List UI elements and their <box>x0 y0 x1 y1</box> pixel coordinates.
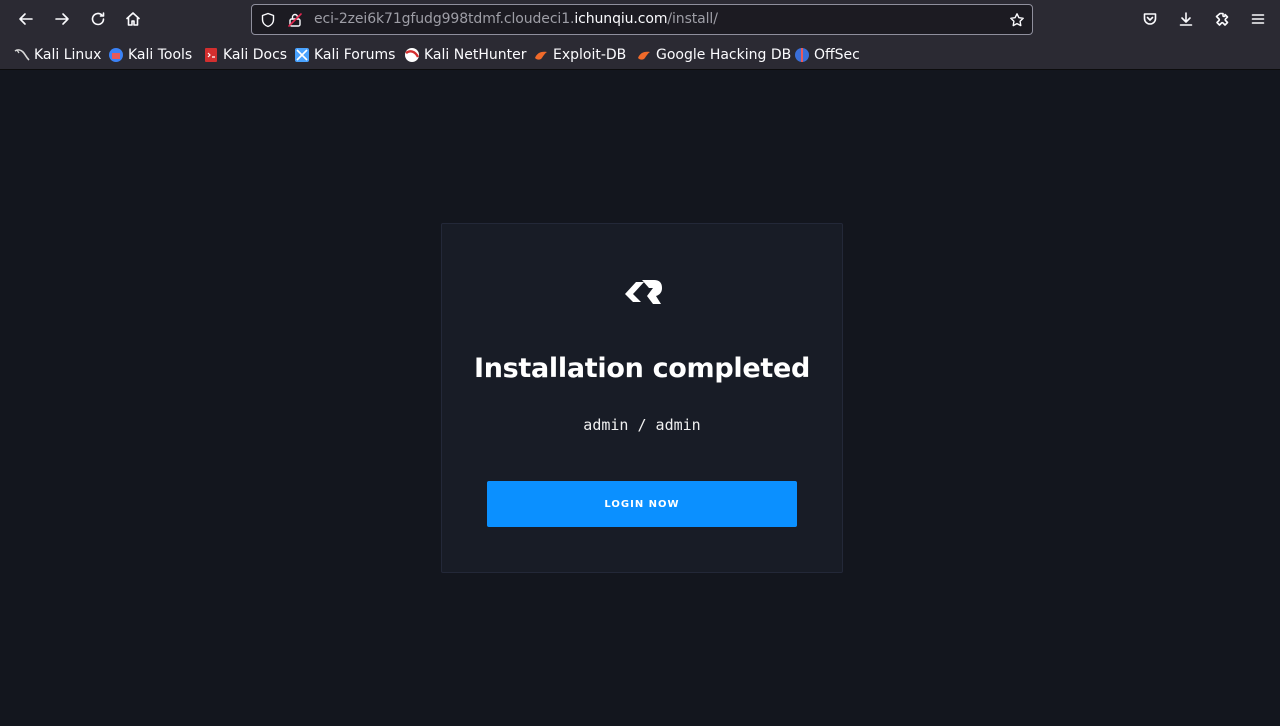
puzzle-icon <box>1215 12 1229 26</box>
back-button[interactable] <box>12 5 40 33</box>
exploit-db-icon <box>533 47 549 63</box>
bookmark-kali-forums[interactable]: Kali Forums <box>294 45 395 65</box>
download-icon <box>1179 12 1193 26</box>
ghdb-icon <box>636 47 652 63</box>
address-bar[interactable]: eci-2zei6k71gfudg998tdmf.cloudeci1.ichun… <box>251 4 1033 35</box>
app-logo-icon <box>622 274 664 308</box>
browser-toolbar: eci-2zei6k71gfudg998tdmf.cloudeci1.ichun… <box>0 0 1280 39</box>
url-text[interactable]: eci-2zei6k71gfudg998tdmf.cloudeci1.ichun… <box>314 11 718 27</box>
kali-docs-icon <box>203 47 219 63</box>
pocket-button[interactable] <box>1136 5 1164 33</box>
offsec-icon <box>794 47 810 63</box>
shield-icon[interactable] <box>260 12 276 28</box>
arrow-right-icon <box>55 13 69 25</box>
url-host: ichunqiu.com <box>574 11 668 27</box>
home-button[interactable] <box>119 5 147 33</box>
kali-tools-icon <box>108 47 124 63</box>
bookmarks-bar: Kali Linux Kali Tools Kali Docs Kali For… <box>0 39 1280 70</box>
bookmark-exploit-db[interactable]: Exploit-DB <box>533 45 626 65</box>
bookmark-label: OffSec <box>814 47 860 63</box>
reload-icon <box>91 12 105 26</box>
menu-button[interactable] <box>1244 5 1272 33</box>
bookmark-label: Kali Docs <box>223 47 288 63</box>
bookmark-label: Google Hacking DB <box>656 47 792 63</box>
url-prefix: eci-2zei6k71gfudg998tdmf.cloudeci1. <box>314 11 575 27</box>
url-path: /install/ <box>667 11 718 27</box>
hamburger-icon <box>1251 14 1265 24</box>
page-title: Installation completed <box>473 353 811 384</box>
bookmark-kali-nethunter[interactable]: Kali NetHunter <box>404 45 526 65</box>
page-content: Installation completed admin / admin LOG… <box>0 70 1280 726</box>
insecure-lock-icon[interactable] <box>287 12 303 28</box>
bookmark-ghdb[interactable]: Google Hacking DB <box>636 45 791 65</box>
bookmark-kali-docs[interactable]: Kali Docs <box>203 45 287 65</box>
bookmark-label: Kali NetHunter <box>424 47 527 63</box>
kali-linux-icon <box>14 47 30 63</box>
install-card: Installation completed admin / admin LOG… <box>441 223 843 573</box>
kali-nethunter-icon <box>404 47 420 63</box>
downloads-button[interactable] <box>1172 5 1200 33</box>
credentials-text: admin / admin <box>583 416 701 434</box>
extensions-button[interactable] <box>1208 5 1236 33</box>
home-icon <box>126 12 140 26</box>
arrow-left-icon <box>19 13 33 25</box>
bookmark-label: Kali Linux <box>34 47 102 63</box>
reload-button[interactable] <box>84 5 112 33</box>
bookmark-label: Kali Forums <box>314 47 396 63</box>
bookmark-label: Exploit-DB <box>553 47 627 63</box>
bookmark-kali-tools[interactable]: Kali Tools <box>108 45 192 65</box>
bookmark-offsec[interactable]: OffSec <box>794 45 860 65</box>
bookmark-label: Kali Tools <box>128 47 193 63</box>
pocket-icon <box>1143 13 1157 25</box>
star-icon[interactable] <box>1009 12 1025 28</box>
login-now-button[interactable]: LOGIN NOW <box>487 481 797 527</box>
kali-forums-icon <box>294 47 310 63</box>
bookmark-kali-linux[interactable]: Kali Linux <box>14 45 101 65</box>
forward-button[interactable] <box>48 5 76 33</box>
